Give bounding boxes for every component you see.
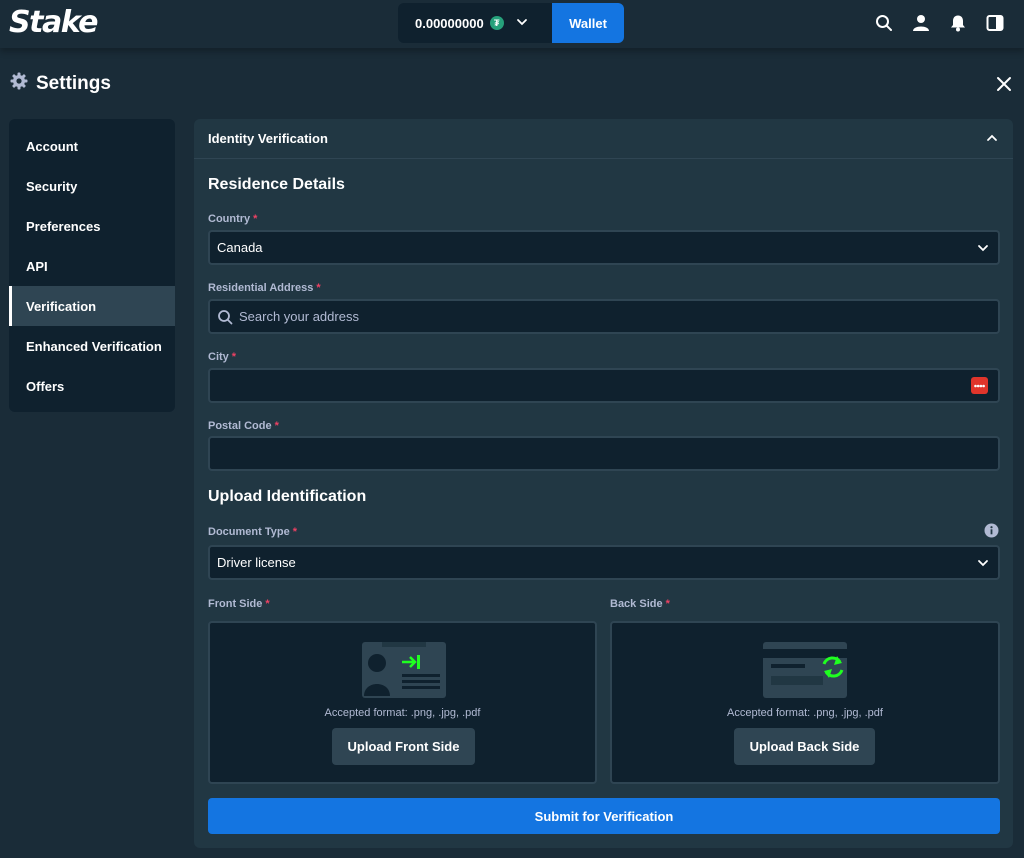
submit-verification-button[interactable]: Submit for Verification — [208, 798, 1000, 834]
sidebar-item-offers[interactable]: Offers — [9, 366, 175, 406]
wallet-button[interactable]: Wallet — [552, 3, 624, 43]
settings-sidebar: Account Security Preferences API Verific… — [9, 119, 175, 412]
address-label: Residential Address * — [208, 282, 321, 294]
postal-label-text: Postal Code — [208, 420, 272, 432]
required-asterisk: * — [274, 420, 279, 432]
chevron-down-icon — [516, 16, 528, 31]
tether-icon: ₮ — [489, 16, 504, 30]
back-side-label-text: Back Side — [610, 598, 663, 610]
stake-logo[interactable]: Stake — [9, 5, 98, 40]
front-accepted-formats: Accepted format: .png, .jpg, .pdf — [324, 707, 481, 719]
required-asterisk: * — [665, 598, 670, 610]
identity-verification-panel: Identity Verification Residence Details … — [194, 119, 1013, 848]
top-bar: Stake 0.00000000 ₮ Wallet — [0, 0, 1024, 48]
search-icon[interactable] — [875, 14, 893, 32]
chevron-up-icon[interactable] — [986, 132, 998, 147]
search-icon — [217, 309, 233, 325]
postal-code-input[interactable] — [208, 436, 1000, 471]
front-side-label-text: Front Side — [208, 598, 263, 610]
address-label-text: Residential Address — [208, 282, 314, 294]
upload-front-side-button[interactable]: Upload Front Side — [332, 728, 475, 765]
country-label: Country * — [208, 213, 257, 225]
close-icon[interactable] — [996, 76, 1012, 92]
document-type-select[interactable]: Driver license — [208, 545, 1000, 580]
user-icon[interactable] — [912, 14, 930, 32]
balance-selector[interactable]: 0.00000000 ₮ — [398, 3, 552, 43]
balance-amount: 0.00000000 — [415, 15, 484, 31]
front-side-dropzone[interactable]: Accepted format: .png, .jpg, .pdf Upload… — [208, 621, 597, 784]
address-placeholder: Search your address — [239, 309, 359, 324]
panel-title: Identity Verification — [208, 131, 328, 146]
panel-header[interactable]: Identity Verification — [194, 119, 1013, 159]
sidebar-item-verification[interactable]: Verification — [9, 286, 175, 326]
id-card-front-icon — [362, 642, 446, 703]
sidebar-item-account[interactable]: Account — [9, 126, 175, 166]
address-search-input[interactable]: Search your address — [208, 299, 1000, 334]
postal-code-label: Postal Code * — [208, 420, 279, 432]
front-side-label: Front Side * — [208, 598, 270, 610]
required-asterisk: * — [265, 598, 270, 610]
gear-icon — [10, 72, 28, 95]
sidebar-toggle-icon[interactable] — [986, 14, 1004, 32]
city-input[interactable] — [208, 368, 1000, 403]
back-side-label: Back Side * — [610, 598, 670, 610]
country-value: Canada — [217, 240, 263, 255]
required-asterisk: * — [292, 526, 297, 538]
bell-icon[interactable] — [949, 14, 967, 32]
city-label: City * — [208, 351, 236, 363]
balance-group: 0.00000000 ₮ Wallet — [398, 3, 624, 43]
id-card-back-icon — [763, 642, 847, 703]
city-label-text: City — [208, 351, 229, 363]
document-type-value: Driver license — [217, 555, 296, 570]
chevron-down-icon — [977, 557, 989, 572]
document-type-label-text: Document Type — [208, 526, 290, 538]
residence-details-title: Residence Details — [208, 176, 345, 193]
required-asterisk: * — [253, 213, 258, 225]
upload-identification-title: Upload Identification — [208, 488, 367, 505]
sidebar-item-enhanced-verification[interactable]: Enhanced Verification — [9, 326, 175, 366]
country-label-text: Country — [208, 213, 251, 225]
upload-back-side-button[interactable]: Upload Back Side — [734, 728, 875, 765]
sidebar-item-security[interactable]: Security — [9, 166, 175, 206]
sidebar-item-api[interactable]: API — [9, 246, 175, 286]
sidebar-item-preferences[interactable]: Preferences — [9, 206, 175, 246]
back-side-dropzone[interactable]: Accepted format: .png, .jpg, .pdf Upload… — [610, 621, 1000, 784]
settings-title: Settings — [36, 72, 111, 94]
country-select[interactable]: Canada — [208, 230, 1000, 265]
info-icon[interactable] — [984, 523, 999, 543]
settings-header: Settings — [10, 72, 111, 95]
document-type-label: Document Type * — [208, 526, 297, 538]
required-asterisk: * — [316, 282, 321, 294]
password-manager-icon[interactable] — [971, 377, 988, 394]
back-accepted-formats: Accepted format: .png, .jpg, .pdf — [727, 707, 883, 719]
required-asterisk: * — [231, 351, 237, 363]
chevron-down-icon — [977, 242, 989, 257]
